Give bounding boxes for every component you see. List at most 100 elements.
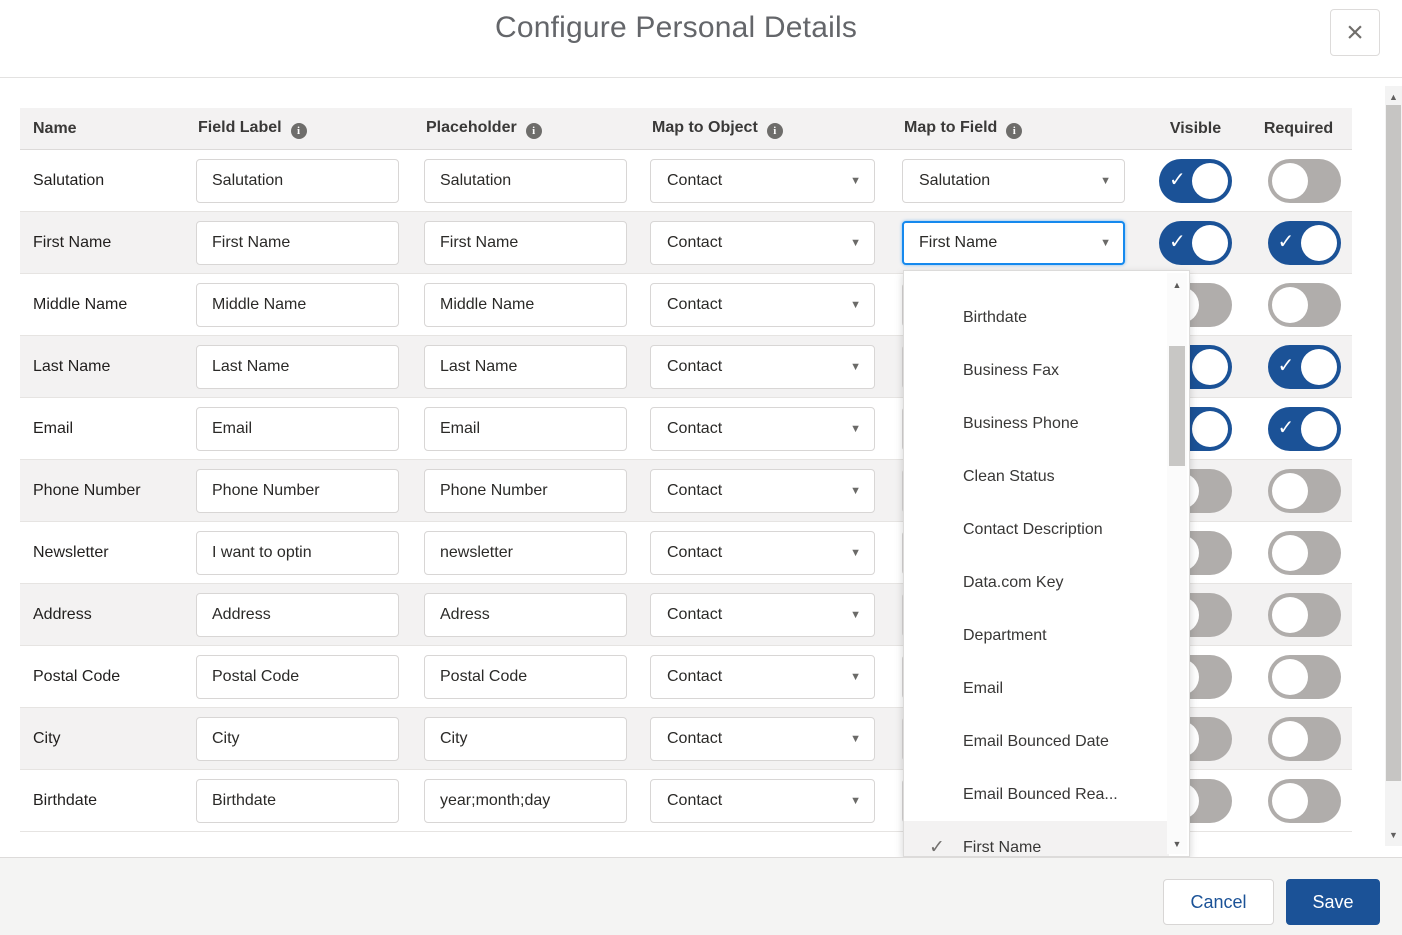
dropdown-option[interactable]: ✓ Clean Status	[904, 450, 1169, 503]
placeholder-input[interactable]	[424, 469, 627, 513]
dropdown-option[interactable]: ✓ Email Bounced Date	[904, 715, 1169, 768]
required-toggle[interactable]: ✓	[1268, 221, 1341, 265]
table-header-row: Name Field Labeli Placeholderi Map to Ob…	[20, 108, 1352, 150]
field-label-input[interactable]	[196, 593, 399, 637]
field-label-input[interactable]	[196, 283, 399, 327]
scroll-up-icon[interactable]: ▲	[1385, 89, 1402, 105]
field-label-input[interactable]	[196, 469, 399, 513]
dropdown-option[interactable]: ✓ Birthdate	[904, 291, 1169, 344]
map-to-object-select[interactable]: Contact ▼	[650, 283, 875, 327]
map-to-field-select[interactable]: Salutation ▼	[902, 159, 1125, 203]
info-icon[interactable]: i	[767, 123, 783, 139]
chevron-down-icon: ▼	[1100, 237, 1111, 249]
toggle-knob	[1272, 721, 1308, 757]
field-name-label: Middle Name	[20, 296, 196, 314]
dropdown-option[interactable]: ✓ Data.com Key	[904, 556, 1169, 609]
toggle-knob	[1272, 659, 1308, 695]
placeholder-input[interactable]	[424, 593, 627, 637]
map-to-object-select[interactable]: Contact ▼	[650, 407, 875, 451]
scroll-down-icon[interactable]: ▼	[1385, 827, 1402, 843]
required-toggle[interactable]: ✓	[1268, 283, 1341, 327]
visible-toggle[interactable]: ✓	[1159, 159, 1232, 203]
placeholder-input[interactable]	[424, 407, 627, 451]
field-label-input[interactable]	[196, 345, 399, 389]
field-label-input[interactable]	[196, 655, 399, 699]
field-label-input[interactable]	[196, 407, 399, 451]
required-toggle[interactable]: ✓	[1268, 779, 1341, 823]
placeholder-input[interactable]	[424, 159, 627, 203]
chevron-down-icon: ▼	[850, 299, 861, 311]
placeholder-input[interactable]	[424, 779, 627, 823]
required-toggle[interactable]: ✓	[1268, 531, 1341, 575]
modal-scrollbar-thumb[interactable]	[1386, 105, 1401, 781]
close-button[interactable]: ×	[1330, 9, 1380, 56]
info-icon[interactable]: i	[291, 123, 307, 139]
info-icon[interactable]: i	[526, 123, 542, 139]
field-name-label: Email	[20, 420, 196, 438]
map-to-object-select[interactable]: Contact ▼	[650, 531, 875, 575]
map-to-field-select[interactable]: First Name ▼	[902, 221, 1125, 265]
chevron-down-icon: ▼	[850, 175, 861, 187]
dropdown-scrollbar[interactable]: ▲ ▼	[1167, 273, 1187, 854]
map-to-object-select[interactable]: Contact ▼	[650, 593, 875, 637]
dropdown-option[interactable]: ✓ Business Phone	[904, 397, 1169, 450]
visible-toggle[interactable]: ✓	[1159, 221, 1232, 265]
map-to-object-select[interactable]: Contact ▼	[650, 159, 875, 203]
toggle-knob	[1272, 473, 1308, 509]
dropdown-option[interactable]: ✓ Department	[904, 609, 1169, 662]
placeholder-input[interactable]	[424, 655, 627, 699]
map-to-object-select[interactable]: Contact ▼	[650, 717, 875, 761]
field-name-label: Last Name	[20, 358, 196, 376]
placeholder-input[interactable]	[424, 531, 627, 575]
toggle-knob	[1301, 411, 1337, 447]
required-toggle[interactable]: ✓	[1268, 407, 1341, 451]
required-toggle[interactable]: ✓	[1268, 345, 1341, 389]
field-label-input[interactable]	[196, 531, 399, 575]
modal-header: Configure Personal Details ×	[0, 0, 1402, 78]
required-toggle[interactable]: ✓	[1268, 469, 1341, 513]
toggle-knob	[1301, 225, 1337, 261]
save-button[interactable]: Save	[1286, 879, 1380, 925]
modal-title: Configure Personal Details	[0, 11, 1352, 45]
dropdown-scrollbar-thumb[interactable]	[1169, 346, 1185, 466]
map-to-object-select[interactable]: Contact ▼	[650, 221, 875, 265]
required-toggle[interactable]: ✓	[1268, 655, 1341, 699]
field-label-input[interactable]	[196, 779, 399, 823]
toggle-knob	[1301, 349, 1337, 385]
dropdown-option[interactable]: ✓ Email Bounced Rea...	[904, 768, 1169, 821]
chevron-down-icon: ▼	[850, 423, 861, 435]
field-label-input[interactable]	[196, 159, 399, 203]
chevron-down-icon: ▼	[850, 237, 861, 249]
dropdown-option[interactable]: ✓ Email	[904, 662, 1169, 715]
placeholder-input[interactable]	[424, 221, 627, 265]
placeholder-input[interactable]	[424, 345, 627, 389]
toggle-knob	[1272, 597, 1308, 633]
dropdown-option[interactable]: ✓ Contact Description	[904, 503, 1169, 556]
required-toggle[interactable]: ✓	[1268, 159, 1341, 203]
map-to-object-select[interactable]: Contact ▼	[650, 345, 875, 389]
column-header-map-to-field: Map to Fieldi	[902, 119, 1146, 139]
dropdown-option[interactable]: ✓ Business Fax	[904, 344, 1169, 397]
toggle-knob	[1192, 225, 1228, 261]
toggle-knob	[1192, 163, 1228, 199]
toggle-knob	[1192, 411, 1228, 447]
modal-scrollbar[interactable]: ▲ ▼	[1385, 86, 1402, 846]
required-toggle[interactable]: ✓	[1268, 717, 1341, 761]
toggle-knob	[1272, 287, 1308, 323]
scroll-up-icon[interactable]: ▲	[1167, 277, 1187, 293]
map-to-field-dropdown: ✓ Birthdate ✓ Business Fax ✓ Business Ph…	[903, 270, 1190, 857]
scroll-down-icon[interactable]: ▼	[1167, 836, 1187, 852]
info-icon[interactable]: i	[1006, 123, 1022, 139]
placeholder-input[interactable]	[424, 717, 627, 761]
dropdown-option[interactable]: ✓ First Name	[904, 821, 1169, 857]
map-to-object-select[interactable]: Contact ▼	[650, 779, 875, 823]
field-label-input[interactable]	[196, 717, 399, 761]
placeholder-input[interactable]	[424, 283, 627, 327]
chevron-down-icon: ▼	[850, 671, 861, 683]
field-label-input[interactable]	[196, 221, 399, 265]
cancel-button[interactable]: Cancel	[1163, 879, 1274, 925]
map-to-object-select[interactable]: Contact ▼	[650, 469, 875, 513]
required-toggle[interactable]: ✓	[1268, 593, 1341, 637]
map-to-object-select[interactable]: Contact ▼	[650, 655, 875, 699]
column-header-name: Name	[20, 120, 196, 138]
